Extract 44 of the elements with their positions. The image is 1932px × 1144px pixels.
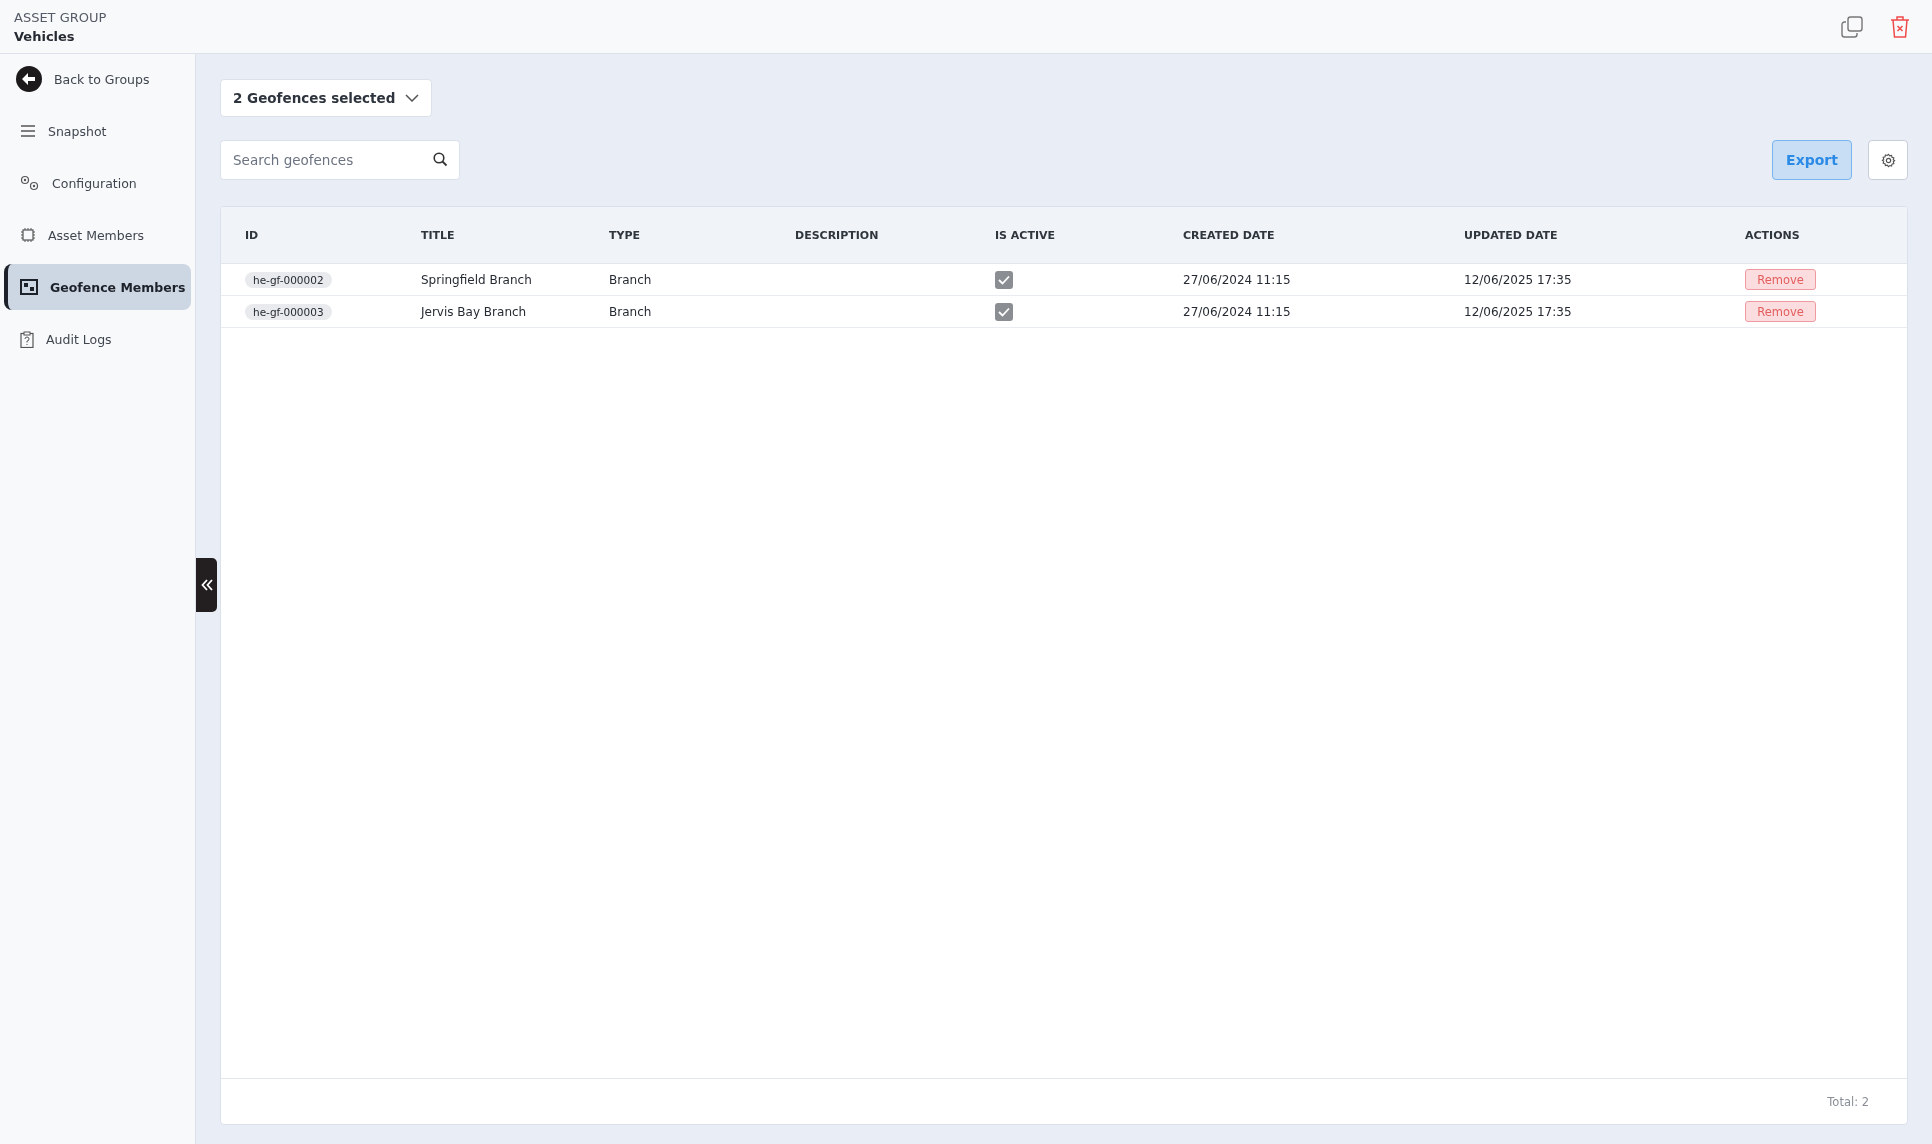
delete-icon[interactable]: [1890, 14, 1910, 39]
column-header: ACTIONS: [1745, 228, 1801, 242]
column-header: UPDATED DATE: [1464, 228, 1559, 242]
table-cell-text: 27/06/2024 11:15: [1183, 272, 1292, 287]
column-header: ID: [245, 228, 260, 242]
geofence-selector[interactable]: 2 Geofences selected: [220, 79, 432, 117]
sidebar-item[interactable]: Geofence Members: [4, 264, 191, 310]
search-icon: [433, 152, 448, 167]
collapse-sidebar-button[interactable]: [196, 558, 217, 612]
column-header: CREATED DATE: [1183, 228, 1276, 242]
sidebar-item[interactable]: Snapshot: [4, 108, 191, 154]
column-header: TITLE: [421, 228, 456, 242]
total-count: Total: 2: [1827, 1094, 1869, 1109]
clipboard-icon: [20, 330, 34, 348]
double-chevron-left-icon: [200, 578, 213, 592]
table-cell-text: Springfield Branch: [421, 272, 533, 287]
copy-icon[interactable]: [1840, 14, 1864, 39]
sidebar-item[interactable]: Audit Logs: [4, 316, 191, 362]
settings-button[interactable]: [1868, 140, 1908, 180]
search-field[interactable]: Search geofences: [220, 140, 460, 180]
column-header: DESCRIPTION: [795, 228, 880, 242]
sidebar-item[interactable]: Configuration: [4, 160, 191, 206]
id-tag: he-gf-000003: [245, 303, 332, 320]
table-cell-text: 12/06/2025 17:35: [1464, 272, 1573, 287]
column-header: IS ACTIVE: [995, 228, 1057, 242]
table-cell-text: Jervis Bay Branch: [421, 304, 528, 319]
page-title: Vehicles: [14, 28, 76, 44]
menu-icon: [20, 125, 36, 137]
page-overline: ASSET GROUP: [14, 9, 108, 25]
map-frame-icon: [20, 279, 38, 295]
checkmark-icon: [998, 274, 1010, 285]
table-cell-text: Branch: [609, 304, 653, 319]
checkbox[interactable]: [995, 270, 1013, 289]
sidebar-item[interactable]: Asset Members: [4, 212, 191, 258]
table-cell-text: 27/06/2024 11:15: [1183, 304, 1292, 319]
chip-icon: [20, 227, 36, 243]
table-cell-text: 12/06/2025 17:35: [1464, 304, 1573, 319]
back-link[interactable]: Back to Groups: [4, 56, 191, 102]
checkbox[interactable]: [995, 302, 1013, 321]
checkmark-icon: [998, 306, 1010, 317]
column-header: TYPE: [609, 228, 642, 242]
table-cell-text: Branch: [609, 272, 653, 287]
id-tag: he-gf-000002: [245, 271, 332, 288]
chevron-down-icon: [405, 94, 419, 102]
